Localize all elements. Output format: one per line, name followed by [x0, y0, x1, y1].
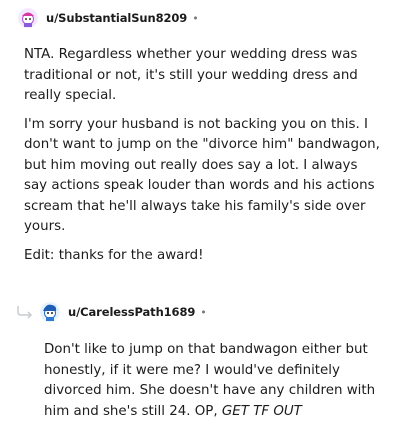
comment-paragraph: Edit: thanks for the award!: [24, 247, 204, 263]
reply-arrow-icon: [17, 306, 33, 319]
username[interactable]: u/CarelessPath1689: [68, 305, 195, 319]
user-avatar[interactable]: [40, 302, 60, 322]
comment-body: NTA. Regardless whether your wedding dre…: [24, 45, 382, 274]
meta-separator: •: [200, 305, 207, 319]
snoo-avatar-icon: [18, 8, 38, 28]
meta-separator: •: [192, 11, 199, 25]
username[interactable]: u/SubstantialSun8209: [46, 11, 187, 25]
comment-paragraph: I'm sorry your husband is not backing yo…: [24, 116, 380, 235]
comment-header: u/CarelessPath1689 •: [40, 300, 207, 324]
comment-text: Don't like to jump on that bandwagon eit…: [44, 342, 376, 419]
comment-paragraph: NTA. Regardless whether your wedding dre…: [24, 47, 358, 103]
snoo-avatar-icon: [40, 302, 60, 322]
comment-header: u/SubstantialSun8209 •: [18, 6, 199, 30]
comment-emphasis: GET TF OUT: [221, 403, 302, 419]
user-avatar[interactable]: [18, 8, 38, 28]
comment-paragraph: Don't like to jump on that bandwagon eit…: [44, 340, 382, 422]
comment-body: Don't like to jump on that bandwagon eit…: [44, 340, 382, 430]
